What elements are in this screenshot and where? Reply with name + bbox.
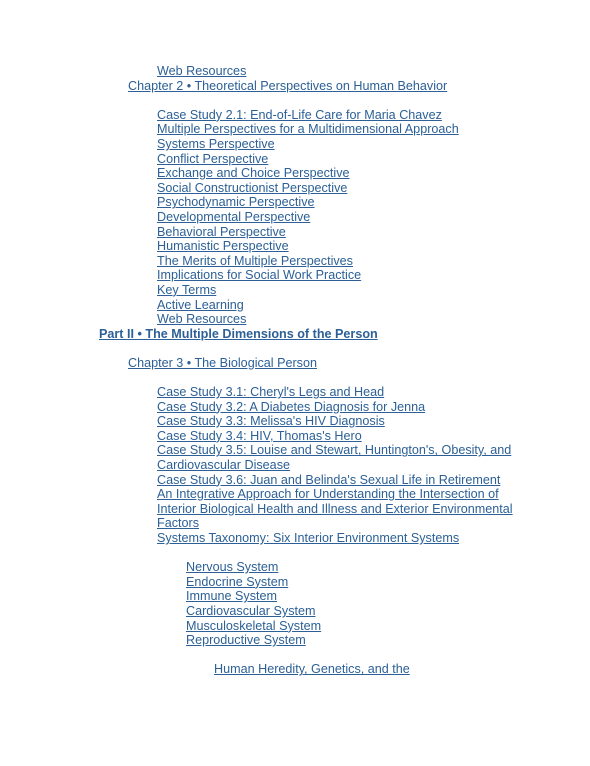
toc-spacer (0, 370, 590, 385)
table-of-contents: Web Resources Chapter 2 • Theoretical Per… (0, 64, 590, 677)
toc-spacer (0, 648, 590, 663)
toc-entry-link[interactable]: Implications for Social Work Practice (157, 268, 514, 283)
toc-entry-link[interactable]: Developmental Perspective (157, 210, 514, 225)
toc-entry-link[interactable]: Part II • The Multiple Dimensions of the… (99, 327, 514, 342)
toc-entry-link[interactable]: Key Terms (157, 283, 514, 298)
toc-entry-link[interactable]: An Integrative Approach for Understandin… (157, 487, 514, 531)
toc-entry-link[interactable]: Humanistic Perspective (157, 239, 514, 254)
toc-entry-link[interactable]: Chapter 2 • Theoretical Perspectives on … (128, 79, 514, 94)
toc-spacer (0, 546, 590, 561)
toc-entry-link[interactable]: Case Study 3.5: Louise and Stewart, Hunt… (157, 443, 514, 472)
toc-entry-link[interactable]: Exchange and Choice Perspective (157, 166, 514, 181)
toc-entry-link[interactable]: Case Study 3.3: Melissa's HIV Diagnosis (157, 414, 514, 429)
toc-entry-link[interactable]: Case Study 3.6: Juan and Belinda's Sexua… (157, 473, 514, 488)
toc-entry-link[interactable]: Nervous System (186, 560, 514, 575)
toc-entry-link[interactable]: Systems Perspective (157, 137, 514, 152)
toc-entry-link[interactable]: Case Study 3.2: A Diabetes Diagnosis for… (157, 400, 514, 415)
toc-entry-link[interactable]: Cardiovascular System (186, 604, 514, 619)
toc-entry-link[interactable]: Reproductive System (186, 633, 514, 648)
toc-entry-link[interactable]: Web Resources (157, 312, 514, 327)
toc-entry-link[interactable]: Musculoskeletal System (186, 619, 514, 634)
toc-entry-link[interactable]: Systems Taxonomy: Six Interior Environme… (157, 531, 514, 546)
toc-entry-link[interactable]: Immune System (186, 589, 514, 604)
toc-entry-link[interactable]: Active Learning (157, 298, 514, 313)
toc-entry-link[interactable]: Case Study 3.4: HIV, Thomas's Hero (157, 429, 514, 444)
toc-entry-link[interactable]: Human Heredity, Genetics, and the (214, 662, 514, 677)
toc-entry-link[interactable]: Case Study 3.1: Cheryl's Legs and Head (157, 385, 514, 400)
toc-entry-link[interactable]: Conflict Perspective (157, 152, 514, 167)
toc-entry-link[interactable]: Web Resources (157, 64, 514, 79)
toc-entry-link[interactable]: The Merits of Multiple Perspectives (157, 254, 514, 269)
toc-entry-link[interactable]: Endocrine System (186, 575, 514, 590)
toc-entry-link[interactable]: Multiple Perspectives for a Multidimensi… (157, 122, 514, 137)
toc-entry-link[interactable]: Chapter 3 • The Biological Person (128, 356, 514, 371)
toc-entry-link[interactable]: Psychodynamic Perspective (157, 195, 514, 210)
toc-spacer (0, 341, 590, 356)
toc-entry-link[interactable]: Social Constructionist Perspective (157, 181, 514, 196)
toc-entry-link[interactable]: Behavioral Perspective (157, 225, 514, 240)
toc-entry-link[interactable]: Case Study 2.1: End-of-Life Care for Mar… (157, 108, 514, 123)
toc-spacer (0, 93, 590, 108)
